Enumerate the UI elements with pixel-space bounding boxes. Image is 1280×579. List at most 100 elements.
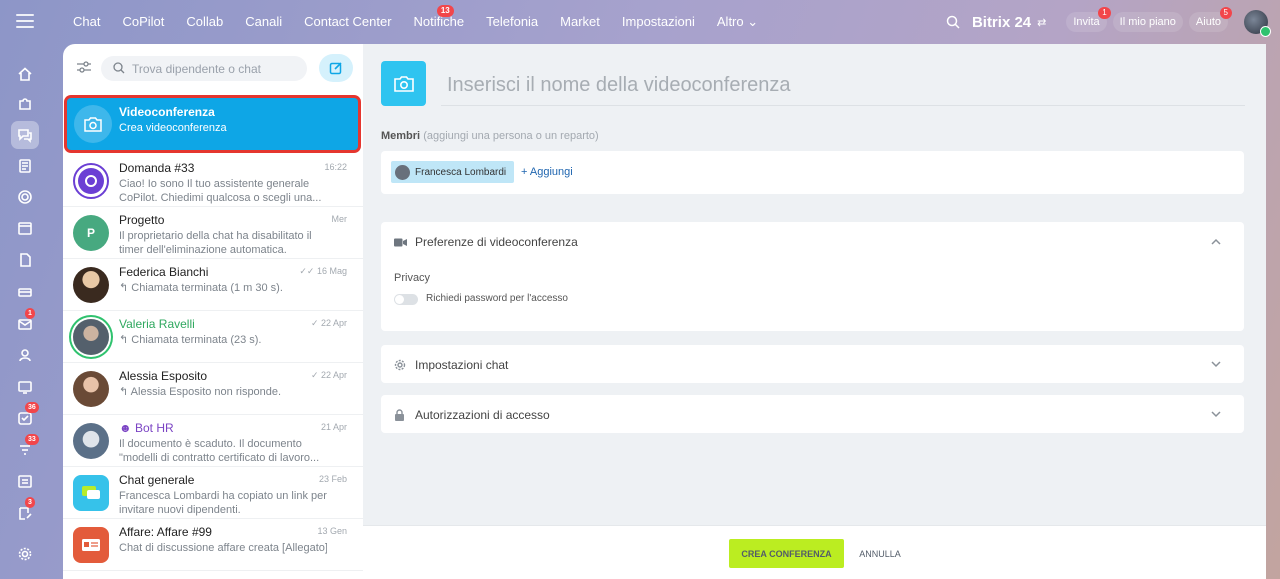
videoconference-item[interactable]: Videoconferenza Crea videoconferenza (67, 98, 358, 150)
privacy-label: Privacy (394, 272, 431, 284)
chat-preview: ↰ Chiamata terminata (23 s). (119, 334, 262, 346)
invite-button[interactable]: Invita 1 (1066, 7, 1111, 32)
chat-row-valeria[interactable]: Valeria Ravelli ✓ 22 Apr ↰ Chiamata term… (63, 311, 363, 363)
help-button[interactable]: Aiuto 5 (1188, 7, 1232, 32)
brand-logo[interactable]: Bitrix 24 (972, 14, 1031, 31)
conference-preferences-card: Preferenze di videoconferenza Privacy Ri… (381, 222, 1244, 331)
mail-badge: 1 (25, 308, 35, 319)
plan-button[interactable]: Il mio piano (1112, 12, 1183, 32)
members-box: Francesca Lombardi + Aggiungi (381, 151, 1244, 194)
bot-icon: ☻ (119, 421, 135, 435)
menu-icon[interactable] (16, 14, 34, 28)
nav-altro[interactable]: Altro ⌄ (706, 0, 769, 44)
chat-settings-card[interactable]: Impostazioni chat (381, 345, 1244, 383)
chat-title: Progetto (119, 213, 165, 227)
nav-collab[interactable]: Collab (175, 0, 234, 44)
chat-row-domanda[interactable]: Domanda #33 16:22 Ciao! Io sono Il tuo a… (63, 155, 363, 207)
preferences-header[interactable]: Preferenze di videoconferenza (394, 235, 578, 249)
chat-date: ✓✓ 16 Mag (299, 266, 347, 276)
chat-search-input[interactable] (101, 56, 307, 81)
chevron-up-icon[interactable] (1210, 236, 1222, 248)
drive-icon[interactable] (15, 282, 35, 302)
top-bar: Chat CoPilot Collab Canali Contact Cente… (0, 0, 1280, 44)
feed-icon[interactable] (15, 156, 35, 176)
chat-icon[interactable] (11, 121, 39, 149)
add-member-link[interactable]: + Aggiungi (521, 166, 573, 178)
chat-panel: Videoconferenza Crea videoconferenza Dom… (63, 44, 363, 579)
chevron-down-icon[interactable] (1210, 358, 1222, 370)
chat-title: Chat generale (119, 473, 195, 487)
document-icon[interactable] (15, 250, 35, 270)
sites-icon[interactable] (15, 377, 35, 397)
cancel-button[interactable]: ANNULLA (850, 539, 910, 568)
chat-bubble-icon (73, 475, 109, 511)
password-toggle-label: Richiedi password per l'accesso (426, 293, 568, 304)
member-chip[interactable]: Francesca Lombardi (391, 161, 515, 183)
chat-title: Valeria Ravelli (119, 317, 195, 331)
chat-row-federica[interactable]: Federica Bianchi ✓✓ 16 Mag ↰ Chiamata te… (63, 259, 363, 311)
mail-icon[interactable]: 1 (15, 308, 35, 334)
sync-icon[interactable]: ⇄ (1037, 16, 1046, 29)
conference-name-input[interactable] (441, 66, 1245, 106)
search-icon (113, 62, 125, 74)
member-avatar (395, 164, 410, 180)
user-avatar[interactable] (1244, 10, 1271, 37)
chat-row-affare[interactable]: Affare: Affare #99 13 Gen Chat di discus… (63, 519, 363, 571)
edit-icon (329, 62, 342, 75)
conference-avatar-button[interactable] (381, 61, 426, 106)
search-icon[interactable] (946, 15, 960, 29)
help-badge: 5 (1219, 7, 1232, 19)
copilot-icon[interactable] (15, 187, 35, 207)
user-avatar (73, 319, 109, 355)
password-toggle[interactable] (394, 294, 418, 305)
puzzle-icon[interactable] (15, 94, 35, 114)
deal-icon (73, 527, 109, 563)
chat-date: ✓ 22 Apr (310, 370, 347, 380)
nav-impostazioni[interactable]: Impostazioni (611, 0, 706, 44)
chat-preview: Francesca Lombardi ha copiato un link pe… (119, 490, 327, 516)
access-permissions-card[interactable]: Autorizzazioni di accesso (381, 395, 1244, 433)
chat-date: ✓ 22 Apr (310, 318, 347, 328)
chat-row-bot-hr[interactable]: ☻ Bot HR 21 Apr Il documento è scaduto. … (63, 415, 363, 467)
videoconference-subtitle: Crea videoconferenza (119, 122, 227, 134)
chat-row-generale[interactable]: Chat generale 23 Feb Francesca Lombardi … (63, 467, 363, 519)
new-chat-button[interactable] (319, 54, 353, 82)
create-conference-button[interactable]: CREA CONFERENZA (729, 539, 844, 568)
contacts-icon[interactable] (15, 345, 35, 365)
nav-canali[interactable]: Canali (234, 0, 293, 44)
chat-title: ☻ Bot HR (119, 421, 174, 435)
chat-row-alessia[interactable]: Alessia Esposito ✓ 22 Apr ↰ Alessia Espo… (63, 363, 363, 415)
nav-chat[interactable]: Chat (62, 0, 111, 44)
members-label: Membri (aggiungi una persona o un repart… (381, 130, 599, 142)
notifications-badge: 13 (436, 5, 454, 17)
chat-date: 16:22 (324, 162, 347, 172)
right-edge (1266, 44, 1280, 579)
settings-gear-icon[interactable] (15, 544, 35, 564)
filter-icon[interactable] (77, 61, 91, 73)
nav-contact-center[interactable]: Contact Center (293, 0, 402, 44)
access-permissions-header: Autorizzazioni di accesso (394, 408, 550, 422)
calendar-icon[interactable] (15, 218, 35, 238)
videoconference-form: Membri (aggiungi una persona o un repart… (363, 44, 1266, 579)
nav-notifiche[interactable]: Notifiche 13 (403, 0, 476, 44)
chat-preview: Il proprietario della chat ha disabilita… (119, 230, 312, 256)
crm-icon[interactable]: 33 (15, 434, 39, 460)
nav-market[interactable]: Market (549, 0, 611, 44)
chat-date: 13 Gen (317, 526, 347, 536)
chat-title: Domanda #33 (119, 161, 195, 175)
notes-badge: 3 (25, 497, 35, 508)
booking-icon[interactable] (15, 471, 35, 491)
top-navigation: Chat CoPilot Collab Canali Contact Cente… (62, 0, 769, 44)
chat-list: Domanda #33 16:22 Ciao! Io sono Il tuo a… (63, 155, 363, 571)
nav-telefonia[interactable]: Telefonia (475, 0, 549, 44)
chat-title: Federica Bianchi (119, 265, 209, 279)
tasks-icon[interactable]: 36 (15, 402, 39, 428)
left-rail: 1 36 33 3 (0, 44, 50, 579)
home-icon[interactable] (15, 64, 35, 84)
notes-icon[interactable]: 3 (15, 497, 35, 523)
nav-copilot[interactable]: CoPilot (111, 0, 175, 44)
bot-avatar (73, 423, 109, 459)
chat-row-progetto[interactable]: P Progetto Mer Il proprietario della cha… (63, 207, 363, 259)
chevron-down-icon[interactable] (1210, 408, 1222, 420)
chat-panel-header (63, 44, 363, 92)
